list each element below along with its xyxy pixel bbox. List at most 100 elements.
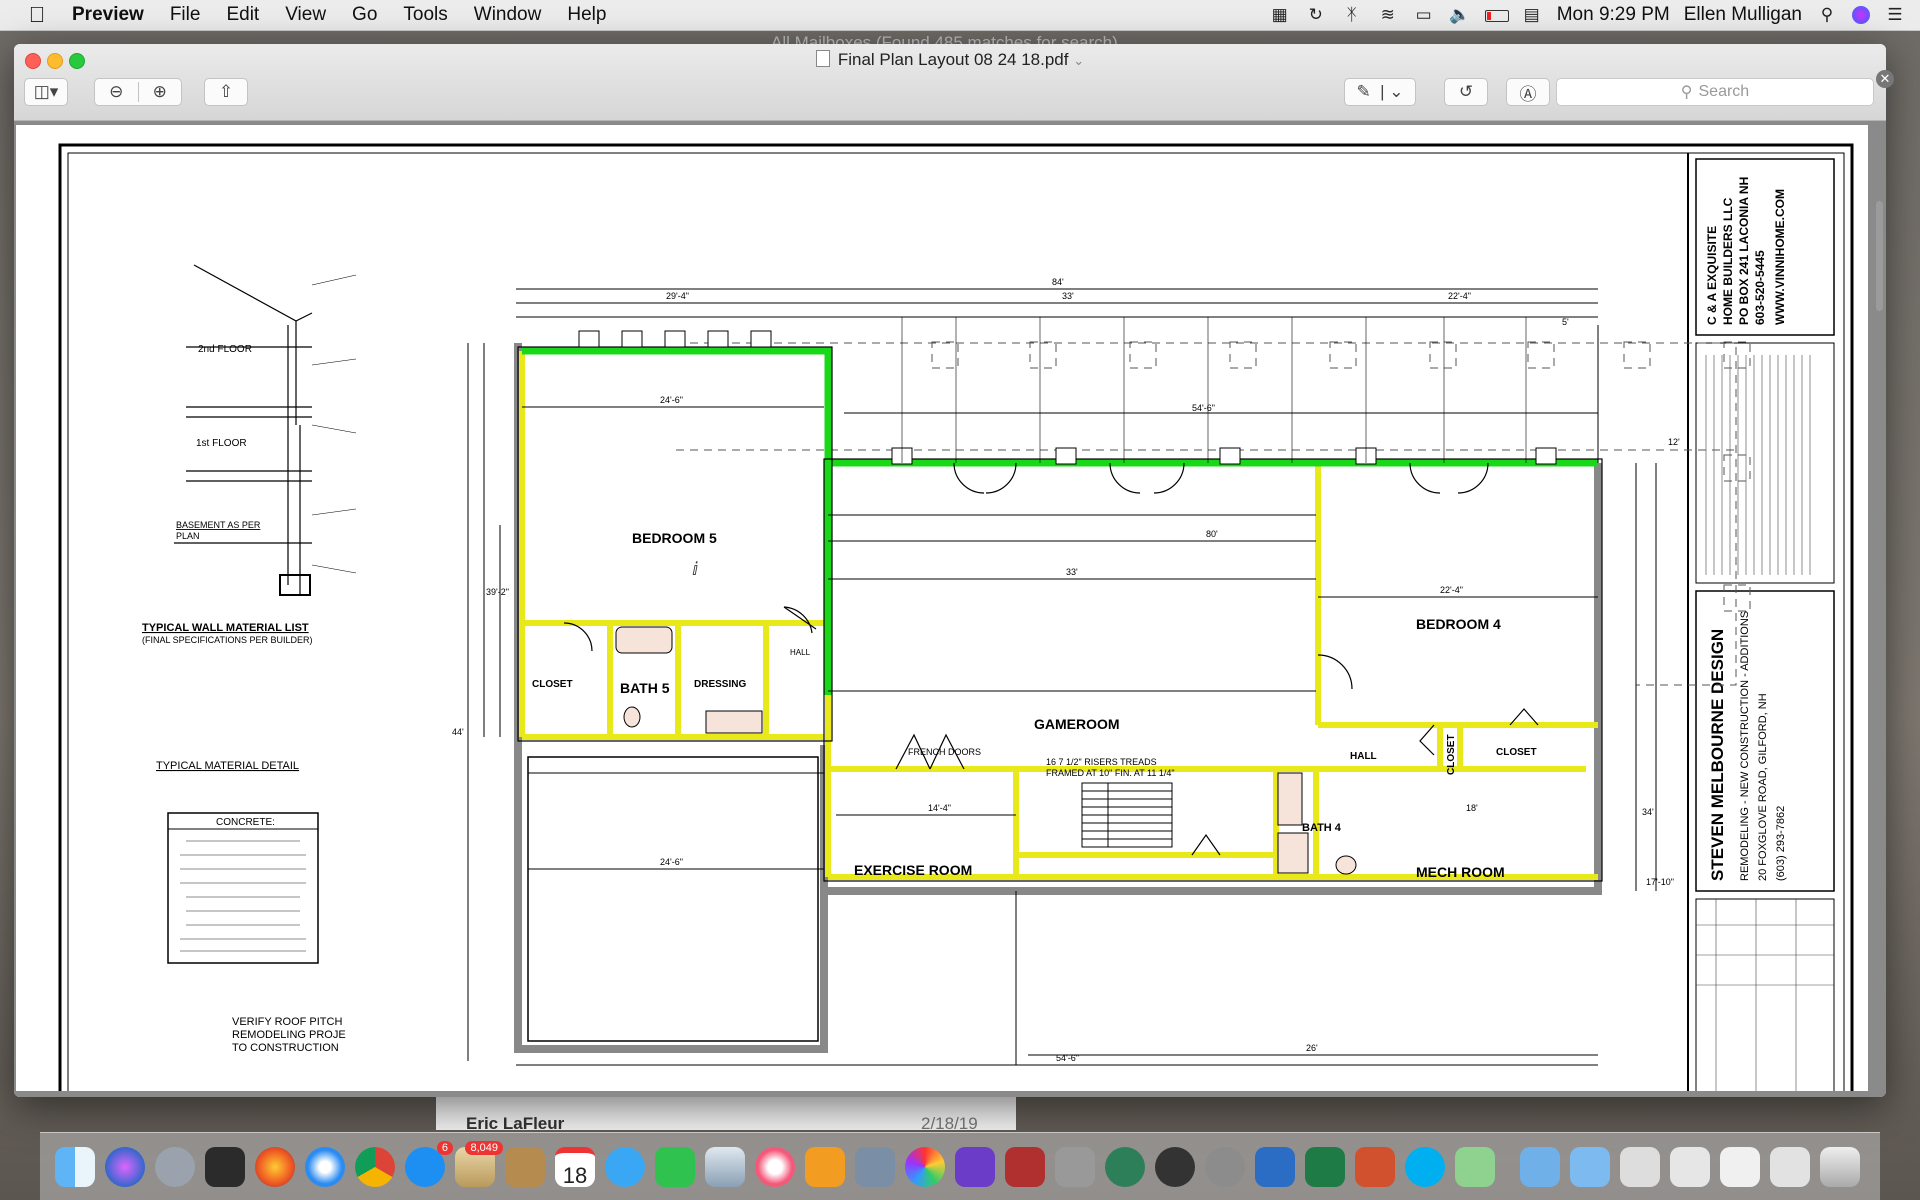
room-gameroom: GAMEROOM xyxy=(1034,716,1120,732)
document-stack-4-icon[interactable] xyxy=(1770,1146,1810,1187)
spotlight-search-icon[interactable]: ⚲ xyxy=(1816,5,1838,25)
maps-icon[interactable] xyxy=(1455,1146,1495,1187)
menu-go[interactable]: Go xyxy=(339,4,390,26)
search-field[interactable]: ⚲ Search xyxy=(1556,78,1874,106)
trash-icon[interactable] xyxy=(1820,1146,1860,1187)
bath-fixtures xyxy=(615,626,1357,875)
volume-icon[interactable]: 🔈 xyxy=(1449,5,1471,25)
keynote-icon[interactable] xyxy=(1055,1146,1095,1187)
dim-top-left: 29'-4" xyxy=(666,291,689,301)
markup-toolbar-button[interactable]: ✎ | ⌄ xyxy=(1344,78,1416,106)
battery-icon[interactable] xyxy=(1484,5,1509,25)
zoom-in-icon[interactable]: ⊕ xyxy=(139,82,182,102)
room-mech: MECH ROOM xyxy=(1416,864,1505,880)
folder-documents-icon[interactable] xyxy=(1570,1146,1610,1187)
stair-note-2: FRAMED AT 10" FIN. AT 11 1/4" xyxy=(1046,768,1175,778)
rotate-button[interactable]: ↺ xyxy=(1444,78,1488,106)
wifi-icon[interactable]: ≋ xyxy=(1377,5,1399,25)
system-preferences-icon[interactable] xyxy=(1205,1146,1245,1187)
sidebar-toggle-button[interactable]: ◫▾ xyxy=(24,78,68,106)
floor-plan-drawing: C & A EXQUISITE HOME BUILDERS LLC PO BOX… xyxy=(58,143,1854,1091)
door-swings xyxy=(563,462,1539,856)
mission-control-icon[interactable] xyxy=(205,1146,245,1187)
sheet-border xyxy=(58,143,1854,1091)
siri-icon[interactable] xyxy=(1852,6,1870,24)
bluetooth-icon[interactable]: ᛡ xyxy=(1341,5,1363,25)
notes-icon[interactable] xyxy=(505,1146,545,1187)
calendar-dock-icon[interactable]: 18 xyxy=(555,1146,595,1188)
search-icon: ⚲ xyxy=(1680,84,1693,101)
menu-window[interactable]: Window xyxy=(461,4,555,26)
document-stack-3-icon[interactable] xyxy=(1720,1146,1760,1187)
dim-bedroom5-width: 24'-6" xyxy=(660,395,683,405)
preview-dock-icon[interactable] xyxy=(705,1146,745,1187)
notification-center-icon[interactable]: ☰ xyxy=(1884,5,1906,25)
close-search-icon[interactable]: ✕ xyxy=(1876,70,1894,88)
firefox-icon[interactable] xyxy=(255,1146,295,1187)
excel-icon[interactable] xyxy=(1305,1146,1345,1187)
time-machine-icon[interactable]: ↻ xyxy=(1305,5,1327,25)
airplay-icon[interactable]: ▭ xyxy=(1413,5,1435,25)
ibooks-icon[interactable] xyxy=(805,1146,845,1187)
mail-icon[interactable]: 8,049 xyxy=(455,1140,503,1187)
imovie-icon[interactable] xyxy=(955,1146,995,1187)
document-stack-2-icon[interactable] xyxy=(1670,1146,1710,1187)
dim-gameroom-33: 33' xyxy=(1066,567,1078,577)
zoom-out-icon[interactable]: ⊖ xyxy=(95,82,139,102)
dim-mech: 18' xyxy=(1466,803,1478,813)
pdf-document-icon xyxy=(815,50,830,67)
room-hall: HALL xyxy=(1350,751,1377,762)
chrome-icon[interactable] xyxy=(355,1146,395,1187)
window-title[interactable]: Final Plan Layout 08 24 18.pdf ⌄ xyxy=(14,50,1886,70)
title-chevron-down-icon[interactable]: ⌄ xyxy=(1073,53,1084,68)
menubar-user[interactable]: Ellen Mulligan xyxy=(1684,4,1802,26)
menu-file[interactable]: File xyxy=(157,4,214,26)
menu-view[interactable]: View xyxy=(272,4,339,26)
french-doors-label: FRENCH DOORS xyxy=(908,747,981,757)
menu-bar:  Preview File Edit View Go Tools Window… xyxy=(0,0,1920,31)
dim-left-39: 39'-2" xyxy=(486,587,509,597)
app-store-icon[interactable]: 6 xyxy=(405,1140,453,1187)
share-button[interactable]: ⇧ xyxy=(204,78,248,106)
itunes-icon[interactable] xyxy=(755,1146,795,1187)
photo-booth-icon[interactable] xyxy=(1005,1146,1045,1187)
safari-icon[interactable] xyxy=(305,1146,345,1187)
document-viewport[interactable]: C & A EXQUISITE HOME BUILDERS LLC PO BOX… xyxy=(14,121,1886,1097)
calendar-icon[interactable]: ▤ xyxy=(1521,5,1543,25)
photos-icon[interactable] xyxy=(905,1146,945,1187)
facetime-icon[interactable] xyxy=(655,1146,695,1187)
apple-menu-icon[interactable]:  xyxy=(20,2,54,28)
pdf-page[interactable]: C & A EXQUISITE HOME BUILDERS LLC PO BOX… xyxy=(16,125,1868,1091)
annotate-button[interactable]: Ⓐ xyxy=(1506,78,1550,106)
messages-icon[interactable] xyxy=(605,1146,645,1187)
powerpoint-icon[interactable] xyxy=(1355,1146,1395,1187)
designer-line-3: 20 FOXGLOVE ROAD, GILFORD, NH xyxy=(1757,693,1769,881)
leader-lines xyxy=(901,317,1527,463)
dashboard-icon[interactable] xyxy=(1155,1146,1195,1187)
utility-icon[interactable] xyxy=(855,1146,895,1187)
dim-right-34: 34' xyxy=(1642,807,1654,817)
menubar-clock[interactable]: Mon 9:29 PM xyxy=(1557,4,1670,26)
launchpad-icon[interactable] xyxy=(155,1146,195,1187)
finder-icon[interactable] xyxy=(55,1146,95,1187)
dim-bottom-overall: 54'-6" xyxy=(1056,1053,1079,1063)
menu-tools[interactable]: Tools xyxy=(390,4,460,26)
siri-dock-icon[interactable] xyxy=(105,1146,145,1187)
material-detail-title: TYPICAL MATERIAL DETAIL xyxy=(156,760,299,772)
verify-note-3: TO CONSTRUCTION xyxy=(232,1042,339,1054)
interior-walls xyxy=(519,351,1598,880)
menu-app-name[interactable]: Preview xyxy=(54,4,157,26)
room-closet-a: CLOSET xyxy=(532,679,573,690)
vertical-scrollbar[interactable] xyxy=(1876,201,1883,311)
folder-applications-icon[interactable] xyxy=(1520,1146,1560,1187)
time-machine-dock-icon[interactable] xyxy=(1105,1146,1145,1187)
menu-help[interactable]: Help xyxy=(554,4,619,26)
dropbox-icon[interactable]: ▦ xyxy=(1269,5,1291,25)
menu-edit[interactable]: Edit xyxy=(213,4,272,26)
annotate-icon: Ⓐ xyxy=(1519,84,1537,104)
share-icon: ⇧ xyxy=(218,82,234,101)
skype-icon[interactable] xyxy=(1405,1146,1445,1187)
word-icon[interactable] xyxy=(1255,1146,1295,1187)
document-stack-icon[interactable] xyxy=(1620,1146,1660,1187)
dock: 6 8,049 18 xyxy=(40,1132,1880,1200)
